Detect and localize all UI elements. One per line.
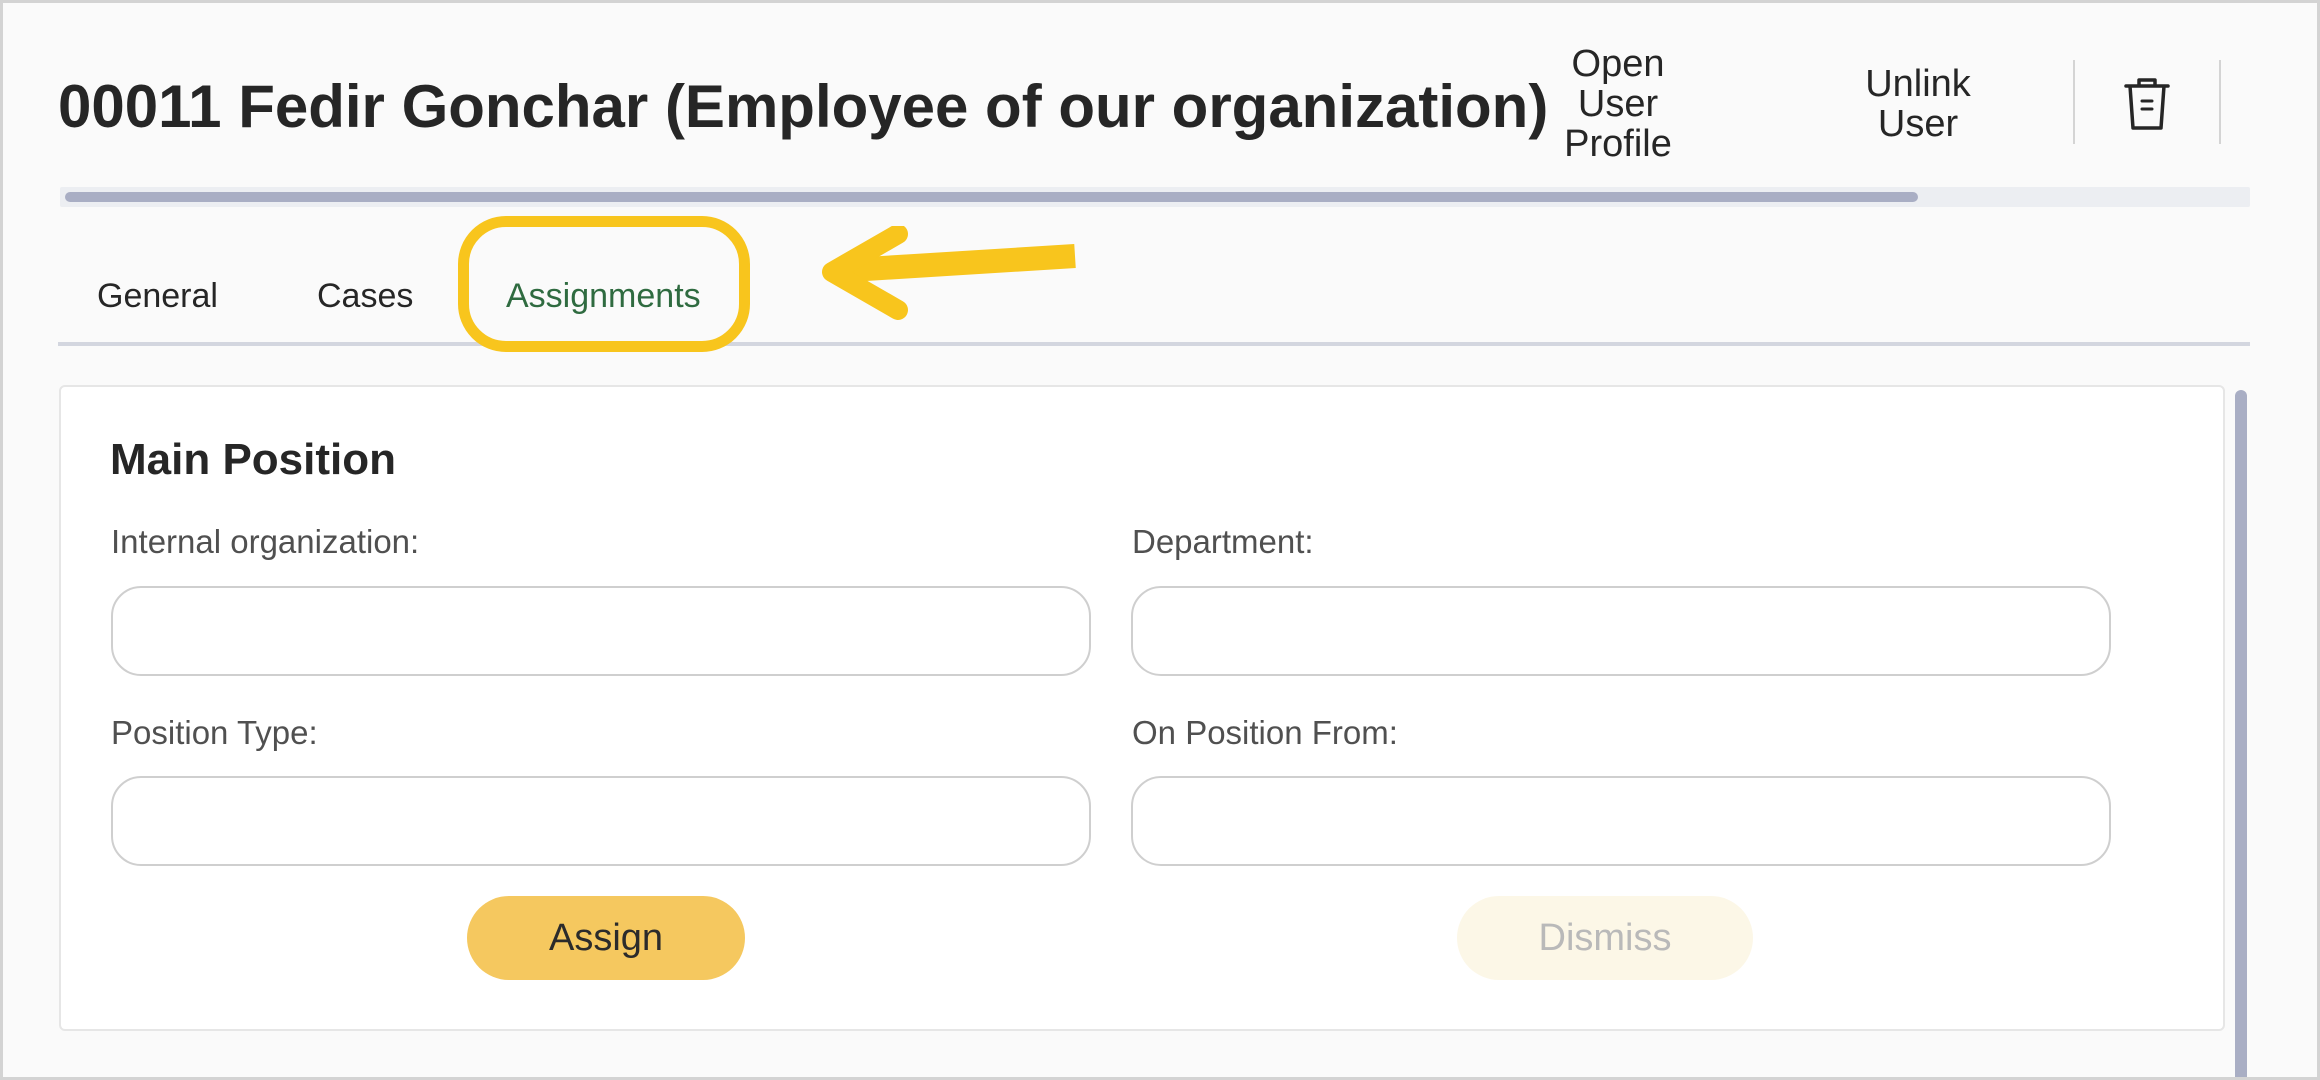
annotation-highlight: [458, 216, 750, 352]
open-user-profile-label-line-1: Open: [1571, 43, 1665, 85]
open-user-profile-label-line-2: User: [1577, 83, 1659, 125]
tabs-underline: [58, 342, 2250, 346]
progress-fill: [65, 192, 1918, 202]
unlink-user-label-line-1: Unlink: [1865, 63, 1971, 105]
position-type-field[interactable]: [111, 776, 1091, 866]
unlink-user-label-line-2: User: [1877, 103, 1959, 145]
internal-organization-field[interactable]: [111, 586, 1091, 676]
unlink-user-button[interactable]: Unlink User: [1820, 64, 2016, 144]
section-title: Main Position: [110, 435, 396, 484]
position-type-label: Position Type:: [111, 714, 318, 751]
delete-button[interactable]: [2120, 74, 2174, 134]
department-field[interactable]: [1131, 586, 2111, 676]
open-user-profile-label-line-3: Profile: [1564, 123, 1672, 165]
department-label: Department:: [1132, 523, 1314, 560]
arrow-left-icon: [822, 226, 1076, 320]
header-divider: [2219, 60, 2221, 144]
tab-general[interactable]: General: [97, 276, 218, 316]
page-title: 00011 Fedir Gonchar (Employee of our org…: [58, 73, 1549, 140]
progress-bar: [60, 187, 2250, 207]
open-user-profile-button[interactable]: Open User Profile: [1520, 44, 1716, 164]
dismiss-button[interactable]: Dismiss: [1457, 896, 1753, 980]
on-position-from-label: On Position From:: [1132, 714, 1398, 751]
on-position-from-field[interactable]: [1131, 776, 2111, 866]
scrollbar[interactable]: [2235, 390, 2247, 1080]
internal-organization-label: Internal organization:: [111, 523, 420, 560]
assign-button[interactable]: Assign: [467, 896, 745, 980]
header-divider: [2073, 60, 2075, 144]
trash-icon: [2124, 78, 2170, 130]
tab-cases[interactable]: Cases: [317, 276, 413, 316]
